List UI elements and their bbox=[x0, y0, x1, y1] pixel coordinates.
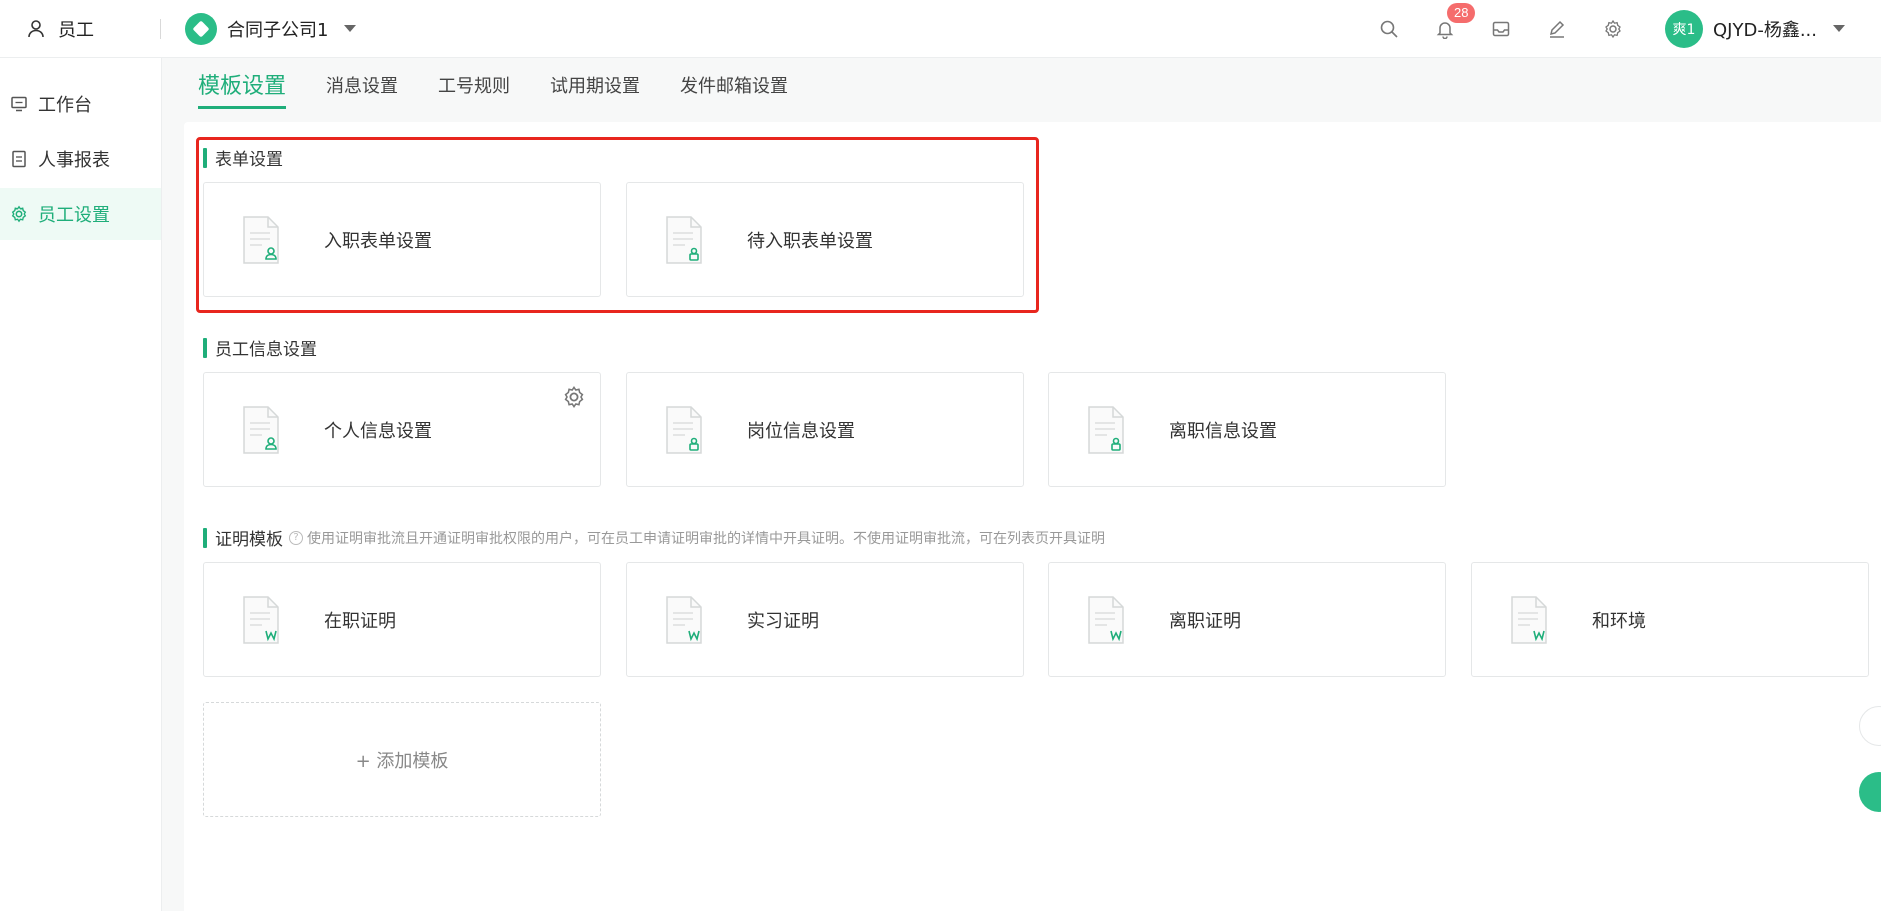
word-document-icon bbox=[243, 595, 279, 644]
card-internship-certificate[interactable]: 实习证明 bbox=[626, 562, 1024, 677]
gear-icon bbox=[11, 205, 27, 223]
word-document-icon bbox=[1511, 595, 1547, 644]
section-accent-bar bbox=[203, 337, 207, 358]
section-title-text: 表单设置 bbox=[215, 150, 283, 170]
section-note: ? 使用证明审批流且开通证明审批权限的用户，可在员工申请证明审批的详情中开具证明… bbox=[289, 528, 1105, 548]
search-icon bbox=[1380, 20, 1398, 38]
search-button[interactable] bbox=[1377, 17, 1401, 41]
edit-button[interactable] bbox=[1545, 17, 1569, 41]
sidebar-item-workbench[interactable]: 工作台 bbox=[0, 78, 161, 130]
document-lock-icon bbox=[666, 215, 702, 264]
user-menu[interactable]: 爽1 QJYD-杨鑫... bbox=[1665, 9, 1845, 48]
sidebar-item-hr-report[interactable]: 人事报表 bbox=[0, 133, 161, 185]
top-bar: 员工 合同子公司1 28 爽1 QJYD-杨鑫... bbox=[0, 0, 1881, 58]
user-icon bbox=[28, 19, 44, 37]
tab-message-settings[interactable]: 消息设置 bbox=[326, 72, 398, 109]
notification-button[interactable]: 28 bbox=[1433, 2, 1476, 41]
settings-tabs: 模板设置 消息设置 工号规则 试用期设置 发件邮箱设置 bbox=[198, 72, 788, 109]
pencil-icon bbox=[1549, 20, 1565, 38]
card-resignation-certificate[interactable]: 离职证明 bbox=[1048, 562, 1446, 677]
company-switcher[interactable]: 合同子公司1 bbox=[185, 12, 357, 45]
monitor-icon bbox=[11, 96, 27, 112]
company-name: 合同子公司1 bbox=[227, 19, 329, 41]
avatar: 爽1 bbox=[1665, 9, 1703, 48]
section-accent-bar bbox=[203, 147, 207, 168]
sidebar: 工作台 人事报表 员工设置 bbox=[0, 58, 162, 911]
card-onboarding-form[interactable]: 入职表单设置 bbox=[203, 182, 601, 297]
card-label: 待入职表单设置 bbox=[747, 230, 873, 252]
tab-employee-id-rules[interactable]: 工号规则 bbox=[438, 72, 510, 109]
card-resignation-info[interactable]: 离职信息设置 bbox=[1048, 372, 1446, 487]
section-title-employee-info: 员工信息设置 bbox=[203, 335, 317, 360]
gear-icon bbox=[1605, 19, 1621, 38]
user-name: QJYD-杨鑫... bbox=[1713, 19, 1817, 41]
section-title-text: 证明模板 bbox=[215, 530, 283, 550]
topbar-divider bbox=[160, 18, 161, 39]
help-icon[interactable]: ? bbox=[289, 530, 303, 545]
section-title-form: 表单设置 bbox=[203, 145, 283, 170]
sidebar-item-employee-settings[interactable]: 员工设置 bbox=[0, 188, 161, 240]
card-pending-onboarding-form[interactable]: 待入职表单设置 bbox=[626, 182, 1024, 297]
sidebar-item-label: 员工设置 bbox=[38, 205, 110, 226]
card-label: 和环境 bbox=[1592, 610, 1646, 632]
card-personal-info[interactable]: 个人信息设置 bbox=[203, 372, 601, 487]
document-lock-icon bbox=[1088, 405, 1124, 454]
card-label: 离职信息设置 bbox=[1169, 420, 1277, 442]
document-person-icon bbox=[243, 405, 279, 454]
section-title-text: 员工信息设置 bbox=[215, 340, 317, 360]
word-document-icon bbox=[1088, 595, 1124, 644]
section-note-text: 使用证明审批流且开通证明审批权限的用户，可在员工申请证明审批的详情中开具证明。不… bbox=[307, 530, 1105, 547]
report-icon bbox=[12, 150, 26, 168]
company-logo-icon bbox=[185, 12, 217, 45]
add-template-label: + 添加模板 bbox=[355, 750, 449, 772]
module-label: 员工 bbox=[58, 19, 94, 41]
document-lock-icon bbox=[666, 405, 702, 454]
tab-probation-settings[interactable]: 试用期设置 bbox=[550, 72, 640, 109]
chevron-down-icon bbox=[1833, 25, 1845, 32]
tab-template-settings[interactable]: 模板设置 bbox=[198, 68, 287, 109]
gear-icon[interactable] bbox=[562, 385, 586, 409]
sidebar-item-label: 人事报表 bbox=[38, 150, 110, 171]
sidebar-item-label: 工作台 bbox=[38, 95, 92, 116]
card-custom-certificate[interactable]: 和环境 bbox=[1471, 562, 1869, 677]
document-person-icon bbox=[243, 215, 279, 264]
card-label: 在职证明 bbox=[324, 610, 396, 632]
card-label: 实习证明 bbox=[747, 610, 819, 632]
notification-badge: 28 bbox=[1447, 2, 1476, 23]
inbox-button[interactable] bbox=[1489, 17, 1513, 41]
chevron-down-icon bbox=[344, 25, 357, 32]
card-label: 个人信息设置 bbox=[324, 420, 432, 442]
settings-button[interactable] bbox=[1601, 17, 1625, 41]
card-employment-certificate[interactable]: 在职证明 bbox=[203, 562, 601, 677]
tab-sender-email-settings[interactable]: 发件邮箱设置 bbox=[680, 72, 788, 109]
card-label: 入职表单设置 bbox=[324, 230, 432, 252]
card-label: 离职证明 bbox=[1169, 610, 1241, 632]
module-switcher[interactable]: 员工 bbox=[0, 16, 160, 42]
section-title-certificate-templates: 证明模板 ? 使用证明审批流且开通证明审批权限的用户，可在员工申请证明审批的详情… bbox=[203, 525, 1105, 550]
section-accent-bar bbox=[203, 527, 207, 548]
inbox-icon bbox=[1492, 21, 1510, 36]
word-document-icon bbox=[666, 595, 702, 644]
card-position-info[interactable]: 岗位信息设置 bbox=[626, 372, 1024, 487]
card-label: 岗位信息设置 bbox=[747, 420, 855, 442]
add-template-button[interactable]: + 添加模板 bbox=[203, 702, 601, 817]
